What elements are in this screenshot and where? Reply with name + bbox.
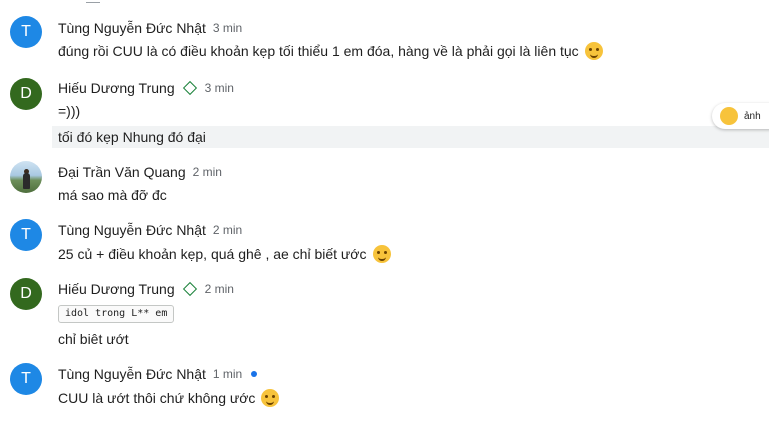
verified-diamond-icon [182, 80, 197, 96]
previous-message-edge [86, 0, 100, 3]
message-text: CUU là ướt thôi chứ không ước [58, 389, 280, 407]
sender-name[interactable]: Đại Trần Văn Quang [58, 164, 186, 180]
avatar-photo[interactable] [10, 161, 42, 193]
message-time: 2 min [192, 165, 222, 179]
message-time: 3 min [212, 21, 243, 35]
message-time: 1 min [212, 367, 243, 381]
message-text: =))) [58, 103, 80, 119]
avatar[interactable]: T [10, 16, 42, 48]
message-header: Tùng Nguyễn Đức Nhật 3 min [58, 20, 242, 36]
message-text-content: má sao mà đỡ đc [58, 187, 167, 203]
message-text: 25 củ + điều khoản kẹp, quá ghê , ae chỉ… [58, 245, 391, 263]
message-time: 3 min [204, 81, 234, 95]
smiling-face-hand-over-mouth-icon [261, 389, 280, 407]
sender-name[interactable]: Hiếu Dương Trung [58, 281, 175, 297]
message-header: Hiếu Dương Trung 3 min [58, 80, 234, 96]
message-text-content: chỉ biêt ướt [58, 331, 129, 347]
sender-name[interactable]: Tùng Nguyễn Đức Nhật [58, 222, 206, 238]
sender-name[interactable]: Tùng Nguyễn Đức Nhật [58, 20, 206, 36]
message-text: tối đó kẹp Nhung đó đại [58, 129, 206, 145]
message-text-content: =))) [58, 103, 81, 119]
drooling-face-icon [372, 245, 391, 263]
message-text: đúng rồi CUU là có điều khoản kẹp tối th… [58, 42, 603, 60]
reaction-label: ảnh [744, 110, 761, 122]
sender-name[interactable]: Hiếu Dương Trung [58, 80, 175, 96]
message-text: chỉ biêt ướt [58, 331, 129, 347]
grinning-sweat-face-icon [584, 42, 603, 60]
message-text-content: 25 củ + điều khoản kẹp, quá ghê , ae chỉ… [58, 246, 367, 262]
message-header: Hiếu Dương Trung 2 min [58, 281, 234, 297]
reaction-popup[interactable]: ảnh [712, 103, 769, 129]
inline-code-block: idol trong L** em [58, 305, 175, 323]
rolling-on-floor-laughing-icon[interactable] [720, 107, 738, 125]
verified-diamond-icon [182, 281, 197, 297]
message-header: Tùng Nguyễn Đức Nhật 2 min [58, 222, 242, 238]
avatar[interactable]: T [10, 363, 42, 395]
message-text-content: tối đó kẹp Nhung đó đại [58, 129, 206, 145]
avatar[interactable]: D [10, 78, 42, 110]
message-header: Tùng Nguyễn Đức Nhật 1 min [58, 366, 258, 382]
message-text-content: đúng rồi CUU là có điều khoản kẹp tối th… [58, 43, 579, 59]
avatar[interactable]: D [10, 278, 42, 310]
message-text-content: CUU là ướt thôi chứ không ước [58, 390, 256, 406]
sender-name[interactable]: Tùng Nguyễn Đức Nhật [58, 366, 206, 382]
unread-dot-icon [251, 371, 258, 377]
message-text: má sao mà đỡ đc [58, 187, 167, 203]
message-time: 2 min [204, 282, 234, 296]
avatar[interactable]: T [10, 219, 42, 251]
message-header: Đại Trần Văn Quang 2 min [58, 164, 222, 180]
message-time: 2 min [212, 223, 243, 237]
